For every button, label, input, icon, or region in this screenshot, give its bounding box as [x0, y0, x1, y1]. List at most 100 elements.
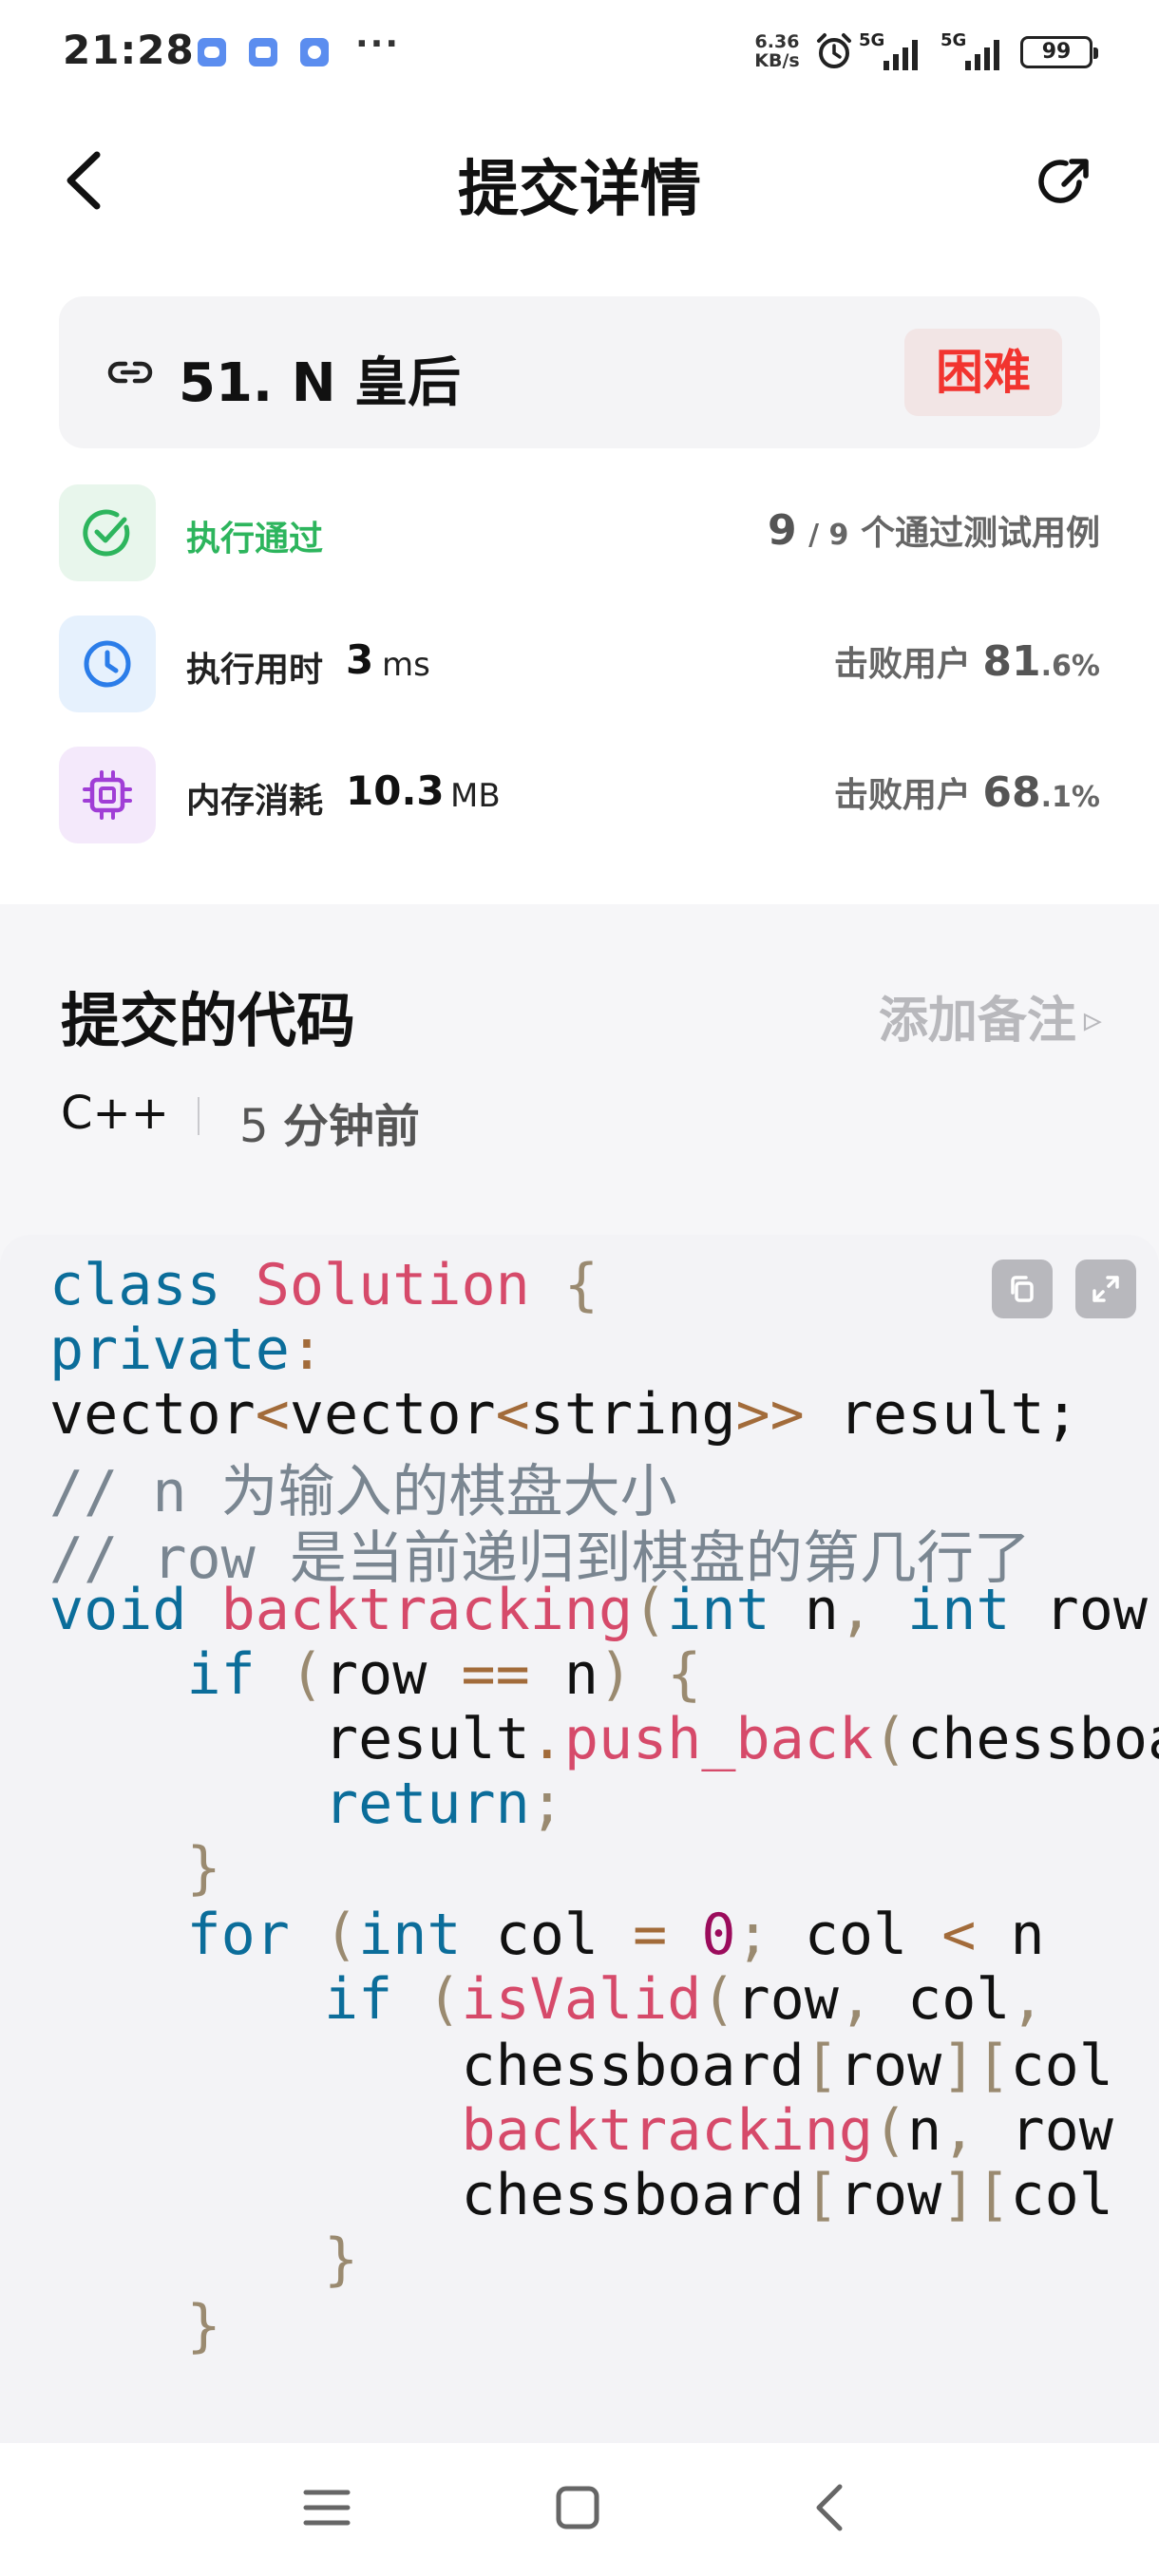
- signal-sim1-icon: 5G: [859, 30, 925, 72]
- code-token: {: [667, 1641, 702, 1708]
- result-status: 执行通过: [186, 520, 324, 559]
- status-bar: 21:28 ··· 6.36 KB/s 5G 5G 99: [0, 0, 1159, 104]
- code-token: ): [598, 1641, 634, 1708]
- code-token: int: [358, 1902, 462, 1968]
- code-token: }: [186, 1835, 221, 1902]
- link-icon: [107, 361, 153, 384]
- code-token: chessboard: [49, 2162, 805, 2228]
- code-token: col: [461, 1902, 634, 1968]
- code-token: ;: [529, 1771, 564, 1837]
- code-token: >>: [735, 1381, 805, 1448]
- runtime-beat-int: 81: [982, 637, 1041, 686]
- code-token: ,: [1010, 1966, 1045, 2033]
- chip-icon: [83, 770, 132, 820]
- play-triangle-icon: ▹: [1083, 998, 1102, 1040]
- copy-button[interactable]: [992, 1260, 1053, 1318]
- code-token: (: [633, 1577, 668, 1643]
- code-line: result.push_back(chessboard: [49, 1706, 1159, 1772]
- testcases-passed: 9 / 9 个通过测试用例: [768, 505, 1100, 555]
- home-square-icon[interactable]: [549, 2479, 606, 2536]
- network-speed-unit: KB/s: [754, 50, 800, 71]
- code-token: for: [186, 1902, 290, 1968]
- code-token: col: [770, 1902, 942, 1968]
- code-token: int: [907, 1577, 1011, 1643]
- problem-card[interactable]: 51. N 皇后 困难: [59, 296, 1100, 448]
- back-chevron-icon[interactable]: [802, 2479, 859, 2536]
- code-viewer[interactable]: class Solution {private: vector<vector<st…: [0, 1235, 1159, 2443]
- signal-bars-icon: [965, 40, 999, 70]
- add-note-button[interactable]: 添加备注 ▹: [879, 980, 1102, 1051]
- code-line: chessboard[row][col: [49, 2033, 1112, 2099]
- memory-unit: MB: [450, 777, 501, 815]
- code-line: private:: [49, 1316, 324, 1383]
- chat-app-icon: [300, 38, 329, 66]
- submission-detail-page: 21:28 ··· 6.36 KB/s 5G 5G 99 提交详情 51. N …: [0, 0, 1159, 2576]
- page-title: 提交详情: [458, 155, 701, 225]
- code-token: n: [770, 1577, 839, 1643]
- section-title: 提交的代码: [61, 986, 356, 1055]
- code-token: vector: [49, 1381, 256, 1448]
- battery-level: 99: [1041, 40, 1072, 64]
- runtime-row: 执行用时 3 ms 击败用户 81.6%: [59, 616, 1100, 714]
- code-token: result;: [804, 1381, 1079, 1448]
- add-note-label: 添加备注: [878, 993, 1076, 1050]
- runtime-beat: 击败用户 81.6%: [834, 636, 1100, 686]
- battery-icon: 99: [1020, 36, 1098, 68]
- code-line: return;: [49, 1771, 564, 1837]
- code-token: col: [1010, 2162, 1113, 2228]
- code-token: row: [324, 1641, 462, 1708]
- code-line: void backtracking(int n, int row: [49, 1577, 1148, 1643]
- expand-button[interactable]: [1075, 1260, 1136, 1318]
- code-token: chessboard: [907, 1706, 1159, 1772]
- submitted-code-section: 提交的代码 添加备注 ▹ C++ 5 分钟前 class Solution {pr…: [0, 904, 1159, 2443]
- passed-suffix: 个通过测试用例: [860, 514, 1100, 553]
- code-token: backtracking: [220, 1577, 634, 1643]
- memory-value: 10.3: [346, 767, 445, 814]
- code-line: if (isValid(row, col,: [49, 1966, 1045, 2033]
- code-token: (: [289, 1641, 324, 1708]
- code-line: }: [49, 1835, 221, 1902]
- code-token: Solution: [255, 1252, 530, 1318]
- code-token: if: [323, 1966, 393, 2033]
- code-token: row: [838, 2033, 942, 2099]
- share-arrow-icon[interactable]: [1036, 152, 1096, 213]
- status-time: 21:28: [63, 27, 195, 73]
- difficulty-badge: 困难: [904, 329, 1062, 416]
- alarm-clock-icon: [817, 33, 851, 68]
- memory-row: 内存消耗 10.3 MB 击败用户 68.1%: [59, 747, 1100, 845]
- memory-beat: 击败用户 68.1%: [834, 767, 1100, 817]
- code-token: <: [495, 1381, 530, 1448]
- code-token: ,: [941, 2097, 977, 2164]
- message-app-icon: [198, 38, 226, 66]
- problem-title[interactable]: 51. N 皇后: [179, 340, 461, 417]
- result-row: 执行通过 9 / 9 个通过测试用例: [59, 484, 1100, 583]
- memory-icon-box: [59, 747, 156, 843]
- code-token: void: [49, 1577, 187, 1643]
- passed-count: 9: [767, 506, 797, 555]
- pass-status-icon: [59, 484, 156, 581]
- code-line: }: [49, 2293, 221, 2359]
- copy-icon: [1011, 1276, 1034, 1302]
- code-token: int: [667, 1577, 770, 1643]
- code-token: (: [872, 2097, 908, 2164]
- code-token: n: [976, 1902, 1045, 1968]
- code-token: }: [186, 2293, 221, 2359]
- code-token: ][: [941, 2033, 1011, 2099]
- code-token: ,: [838, 1966, 873, 2033]
- runtime-beat-label: 击败用户: [833, 645, 971, 684]
- signal-sim2-icon: 5G: [940, 30, 1007, 72]
- code-token: ;: [735, 1902, 770, 1968]
- menu-lines-icon[interactable]: [298, 2479, 355, 2536]
- code-token: (: [872, 1706, 908, 1772]
- memory-label: 内存消耗: [186, 782, 324, 821]
- code-token: row: [838, 2162, 942, 2228]
- code-token: [: [804, 2033, 839, 2099]
